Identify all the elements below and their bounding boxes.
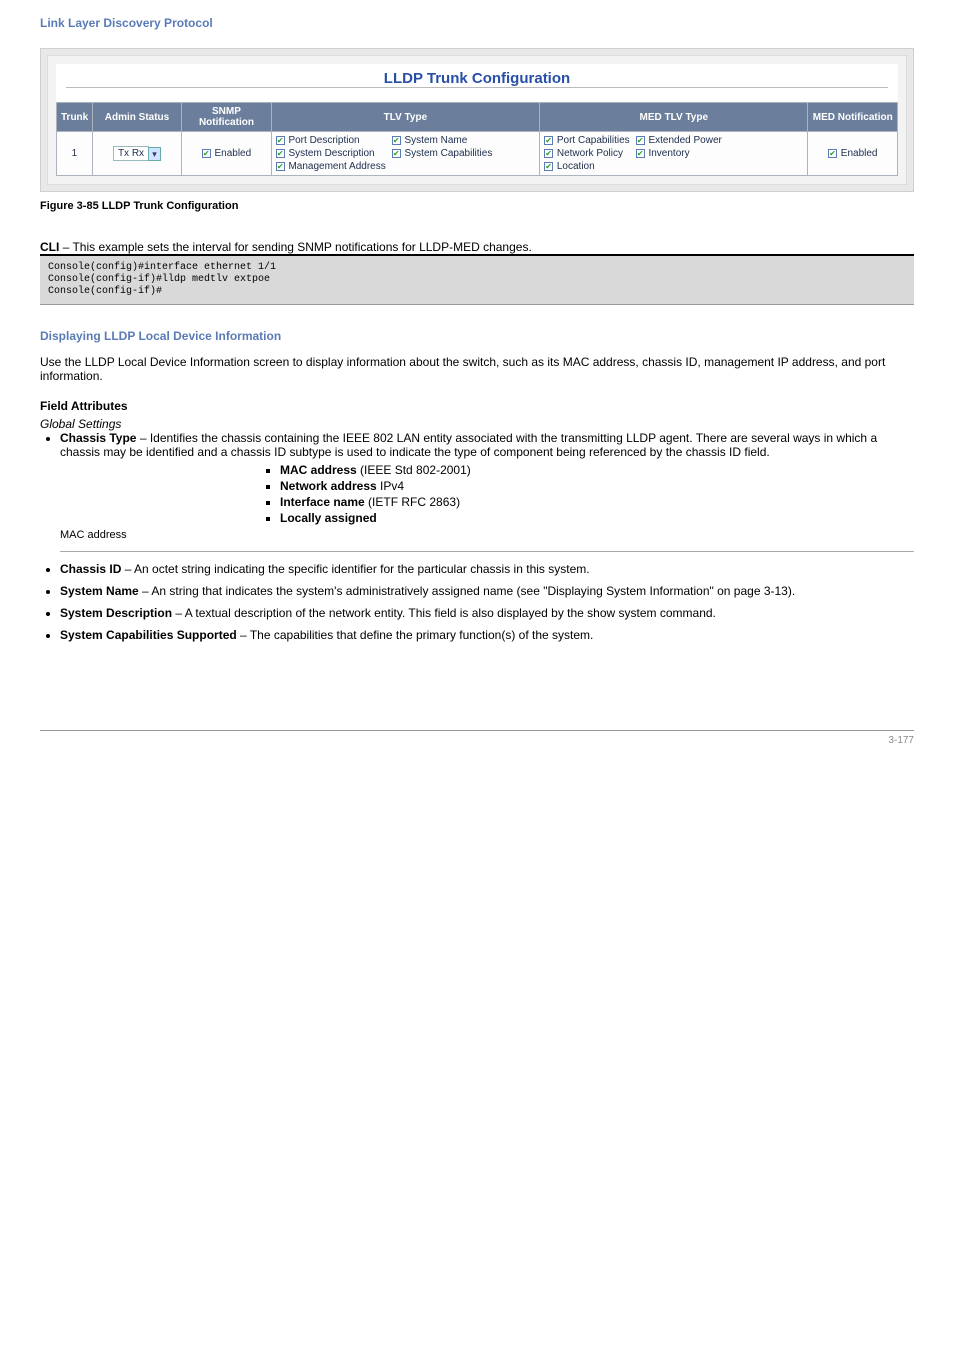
med-ext-power-checkbox[interactable] xyxy=(636,136,645,145)
col-header-tlv: TLV Type xyxy=(271,103,539,132)
cell-snmp: Enabled xyxy=(182,132,271,176)
chevron-down-icon: ▾ xyxy=(148,147,161,161)
tlv-sys-name-checkbox[interactable] xyxy=(392,136,401,145)
list-item: Network address IPv4 xyxy=(280,479,914,493)
med-location-checkbox[interactable] xyxy=(544,162,553,171)
cli-intro: – This example sets the interval for sen… xyxy=(59,240,531,254)
lldp-config-table: Trunk Admin Status SNMP Notification TLV… xyxy=(56,102,898,176)
section-heading: Displaying LLDP Local Device Information xyxy=(40,329,914,343)
cell-trunk: 1 xyxy=(57,132,93,176)
figure-lldp-trunk-config: LLDP Trunk Configuration Trunk Admin Sta… xyxy=(40,48,914,192)
mednot-label: Enabled xyxy=(841,148,878,159)
table-row: 1 Tx Rx▾ Enabled xyxy=(57,132,898,176)
cell-mednot: Enabled xyxy=(808,132,898,176)
cli-code-block: Console(config)#interface ethernet 1/1 C… xyxy=(40,254,914,305)
admin-status-select[interactable]: Tx Rx▾ xyxy=(113,146,161,161)
tlv-sys-desc-checkbox[interactable] xyxy=(276,149,285,158)
list-item: System Description – A textual descripti… xyxy=(60,606,914,620)
figure-title: LLDP Trunk Configuration xyxy=(384,70,570,87)
default-setting: MAC address xyxy=(60,529,914,541)
cli-label: CLI xyxy=(40,240,59,254)
list-item: MAC address (IEEE Std 802-2001) xyxy=(280,463,914,477)
cell-tlv: Port Description System Description Mana… xyxy=(271,132,539,176)
param-list: Chassis Type – Identifies the chassis co… xyxy=(60,431,914,642)
sub-list: MAC address (IEEE Std 802-2001) Network … xyxy=(280,463,914,525)
med-inventory-checkbox[interactable] xyxy=(636,149,645,158)
list-item: Chassis ID – An octet string indicating … xyxy=(60,562,914,576)
list-item: System Name – An string that indicates t… xyxy=(60,584,914,598)
list-item: Interface name (IETF RFC 2863) xyxy=(280,495,914,509)
list-item: Chassis Type – Identifies the chassis co… xyxy=(60,431,914,552)
col-header-mednot: MED Notification xyxy=(808,103,898,132)
running-header: Link Layer Discovery Protocol xyxy=(40,16,914,30)
section-intro: Use the LLDP Local Device Information sc… xyxy=(40,355,914,383)
tlv-sys-cap-checkbox[interactable] xyxy=(392,149,401,158)
list-item: Locally assigned xyxy=(280,511,914,525)
global-settings-label: Global Settings xyxy=(40,417,914,431)
footer-right: 3-177 xyxy=(888,735,914,746)
figure-caption: Figure 3-85 LLDP Trunk Configuration xyxy=(40,200,914,212)
cell-med: Port Capabilities Network Policy Locatio… xyxy=(540,132,808,176)
tlv-mgmt-addr-checkbox[interactable] xyxy=(276,162,285,171)
page-footer: 3-177 xyxy=(40,730,914,746)
divider xyxy=(60,551,914,552)
field-attributes-heading: Field Attributes xyxy=(40,399,914,413)
snmp-checkbox[interactable] xyxy=(202,149,211,158)
cli-section: CLI – This example sets the interval for… xyxy=(40,240,914,254)
col-header-trunk: Trunk xyxy=(57,103,93,132)
mednot-checkbox[interactable] xyxy=(828,149,837,158)
tlv-port-desc-checkbox[interactable] xyxy=(276,136,285,145)
col-header-admin: Admin Status xyxy=(92,103,181,132)
col-header-med: MED TLV Type xyxy=(540,103,808,132)
list-item: System Capabilities Supported – The capa… xyxy=(60,628,914,642)
cell-admin: Tx Rx▾ xyxy=(92,132,181,176)
col-header-snmp: SNMP Notification xyxy=(182,103,271,132)
med-port-cap-checkbox[interactable] xyxy=(544,136,553,145)
med-net-policy-checkbox[interactable] xyxy=(544,149,553,158)
snmp-label: Enabled xyxy=(214,148,251,159)
